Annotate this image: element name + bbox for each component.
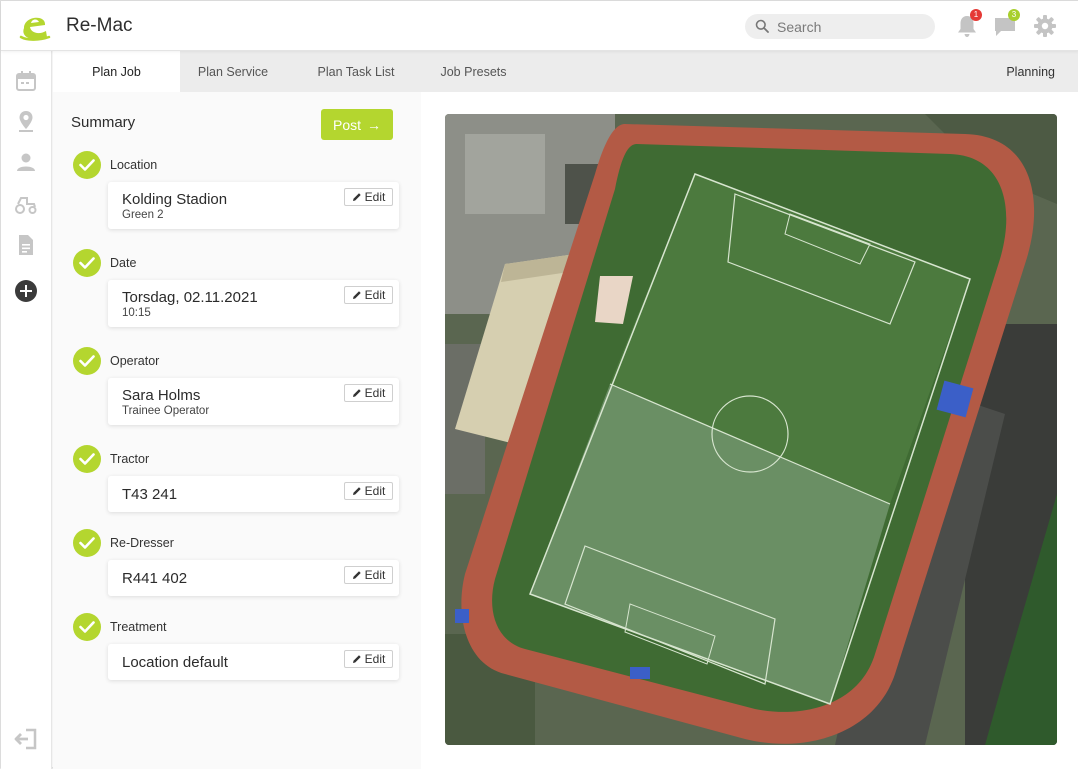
satellite-map[interactable]: [445, 114, 1057, 745]
tractor-card: T43 241 Edit: [108, 476, 399, 512]
check-icon: [73, 529, 101, 557]
edit-label: Edit: [364, 652, 386, 666]
user-icon[interactable]: [14, 150, 38, 174]
edit-location-button[interactable]: Edit: [344, 188, 393, 206]
pencil-icon: [352, 487, 361, 495]
date-card: Torsdag, 02.11.2021 10:15 Edit: [108, 280, 399, 327]
map-panel: [421, 92, 1078, 769]
search-box[interactable]: [745, 14, 935, 39]
check-icon: [73, 613, 101, 641]
top-header: Re-Mac 1 3: [1, 1, 1078, 51]
edit-re-dresser-button[interactable]: Edit: [344, 566, 393, 584]
tractor-value: T43 241: [122, 486, 178, 503]
edit-date-button[interactable]: Edit: [344, 286, 393, 304]
step-label: Tractor: [110, 452, 150, 466]
edit-label: Edit: [364, 484, 386, 498]
treatment-value: Location default: [122, 654, 228, 671]
check-icon: [73, 445, 101, 473]
gear-icon: [1034, 15, 1056, 37]
re-mac-logo[interactable]: [18, 10, 52, 42]
step-label: Operator: [110, 354, 160, 368]
edit-treatment-button[interactable]: Edit: [344, 650, 393, 668]
edit-tractor-button[interactable]: Edit: [344, 482, 393, 500]
location-pin-icon[interactable]: [14, 109, 38, 133]
pencil-icon: [352, 291, 361, 299]
tab-plan-service[interactable]: Plan Service: [180, 51, 286, 92]
search-icon: [755, 19, 769, 33]
logout-icon[interactable]: [14, 727, 38, 751]
operator-card: Sara Holms Trainee Operator Edit: [108, 378, 399, 425]
side-navigation: [1, 51, 52, 769]
pencil-icon: [352, 655, 361, 663]
summary-title: Summary: [71, 114, 136, 131]
search-input[interactable]: [777, 16, 927, 37]
re-dresser-card: R441 402 Edit: [108, 560, 399, 596]
location-subvalue: Green 2: [122, 209, 164, 221]
pencil-icon: [352, 193, 361, 201]
notifications-button[interactable]: 1: [954, 9, 982, 39]
re-dresser-value: R441 402: [122, 570, 188, 587]
tab-bar: Plan Job Plan Service Plan Task List Job…: [53, 51, 1078, 92]
post-button-label: Post: [332, 116, 361, 133]
edit-label: Edit: [364, 288, 386, 302]
time-value: 10:15: [122, 307, 151, 319]
tab-plan-task-list[interactable]: Plan Task List: [301, 51, 411, 92]
check-icon: [73, 151, 101, 179]
check-icon: [73, 347, 101, 375]
tractor-icon[interactable]: [14, 192, 38, 216]
tab-plan-job[interactable]: Plan Job: [53, 51, 180, 92]
app-window: Re-Mac 1 3: [0, 0, 1078, 769]
pencil-icon: [352, 571, 361, 579]
messages-badge: 3: [1008, 9, 1020, 21]
operator-role: Trainee Operator: [122, 405, 210, 417]
step-label: Location: [110, 158, 158, 172]
notifications-badge: 1: [970, 9, 982, 21]
treatment-card: Location default Edit: [108, 644, 399, 680]
document-icon[interactable]: [14, 233, 38, 257]
calendar-icon[interactable]: [14, 69, 38, 93]
step-label: Re-Dresser: [110, 536, 174, 550]
arrow-right-icon: →: [367, 116, 381, 133]
tab-job-presets[interactable]: Job Presets: [425, 51, 522, 92]
add-circle-icon[interactable]: [14, 279, 38, 303]
step-label: Date: [110, 256, 137, 270]
planning-label[interactable]: Planning: [1006, 51, 1055, 92]
post-button[interactable]: Post →: [321, 109, 393, 140]
edit-label: Edit: [364, 386, 386, 400]
settings-button[interactable]: [1032, 13, 1058, 39]
pencil-icon: [352, 389, 361, 397]
edit-label: Edit: [364, 190, 386, 204]
edit-label: Edit: [364, 568, 386, 582]
edit-operator-button[interactable]: Edit: [344, 384, 393, 402]
check-icon: [73, 249, 101, 277]
step-label: Treatment: [110, 620, 167, 634]
location-card: Kolding Stadion Green 2 Edit: [108, 182, 399, 229]
summary-panel: Summary Post → Location Kolding Stadion G…: [53, 92, 421, 769]
messages-button[interactable]: 3: [992, 9, 1020, 39]
location-value: Kolding Stadion: [122, 191, 228, 208]
date-value: Torsdag, 02.11.2021: [122, 289, 258, 306]
app-title: Re-Mac: [66, 15, 133, 36]
operator-name: Sara Holms: [122, 387, 201, 404]
